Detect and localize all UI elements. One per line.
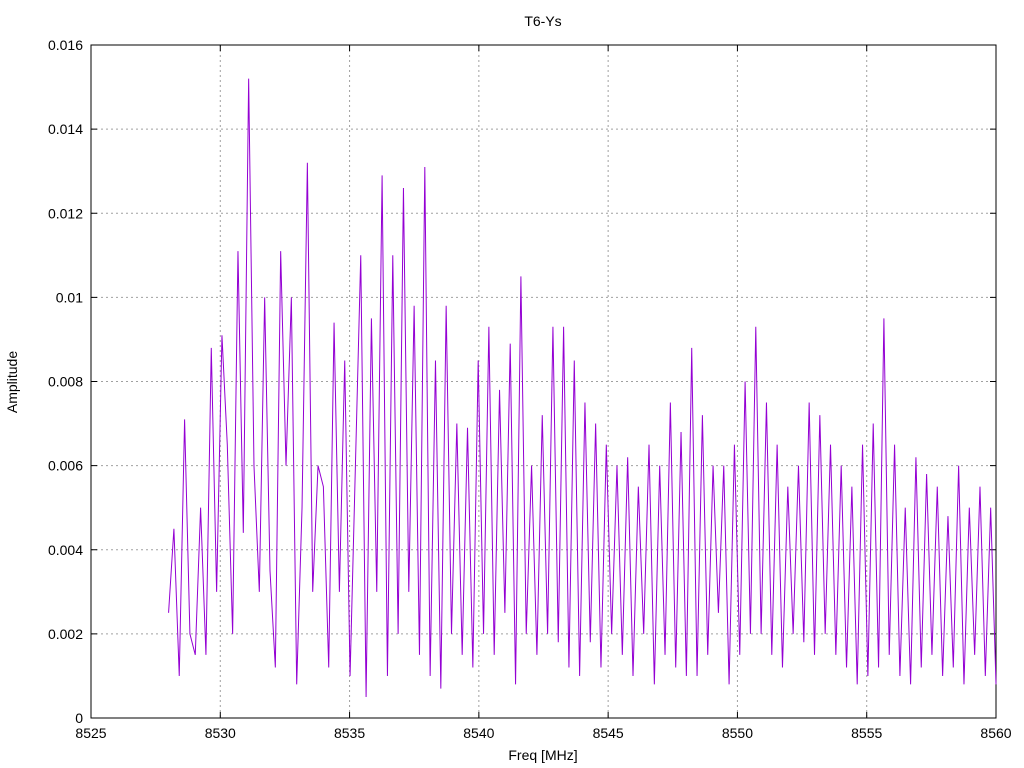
chart: 8525 8530 8535 8540 8545 8550 8555 8560 00.0020… (4, 13, 1012, 763)
y-tick-label: 0.014 (48, 121, 83, 137)
y-tick-label: 0.012 (48, 205, 83, 221)
grid-lines (91, 45, 996, 718)
x-tick-labels: 8525 8530 8535 8540 8545 8550 8555 8560 (75, 725, 1011, 741)
y-axis-label: Amplitude (4, 351, 20, 413)
x-tick-label: 8540 (463, 725, 494, 741)
y-tick-label: 0.016 (48, 37, 83, 53)
x-tick-label: 8525 (75, 725, 106, 741)
y-tick-labels: 0 0.002 0.004 0.006 0.008 0.01 0.012 0.014 0.016 (48, 37, 83, 726)
x-tick-label: 8530 (205, 725, 236, 741)
y-tick-label: 0.008 (48, 374, 83, 390)
x-tick-label: 8550 (722, 725, 753, 741)
y-tick-label: 0.002 (48, 626, 83, 642)
x-tick-label: 8555 (851, 725, 882, 741)
y-tick-label: 0.006 (48, 458, 83, 474)
y-tick-label: 0 (75, 710, 83, 726)
chart-title: T6-Ys (524, 13, 561, 29)
x-tick-label: 8535 (334, 725, 365, 741)
x-axis-label: Freq [MHz] (508, 747, 577, 763)
series-line (168, 78, 997, 697)
y-tick-label: 0.01 (56, 289, 83, 305)
x-tick-label: 8560 (980, 725, 1011, 741)
data-series (168, 78, 997, 697)
x-tick-label: 8545 (593, 725, 624, 741)
y-tick-label: 0.004 (48, 542, 83, 558)
